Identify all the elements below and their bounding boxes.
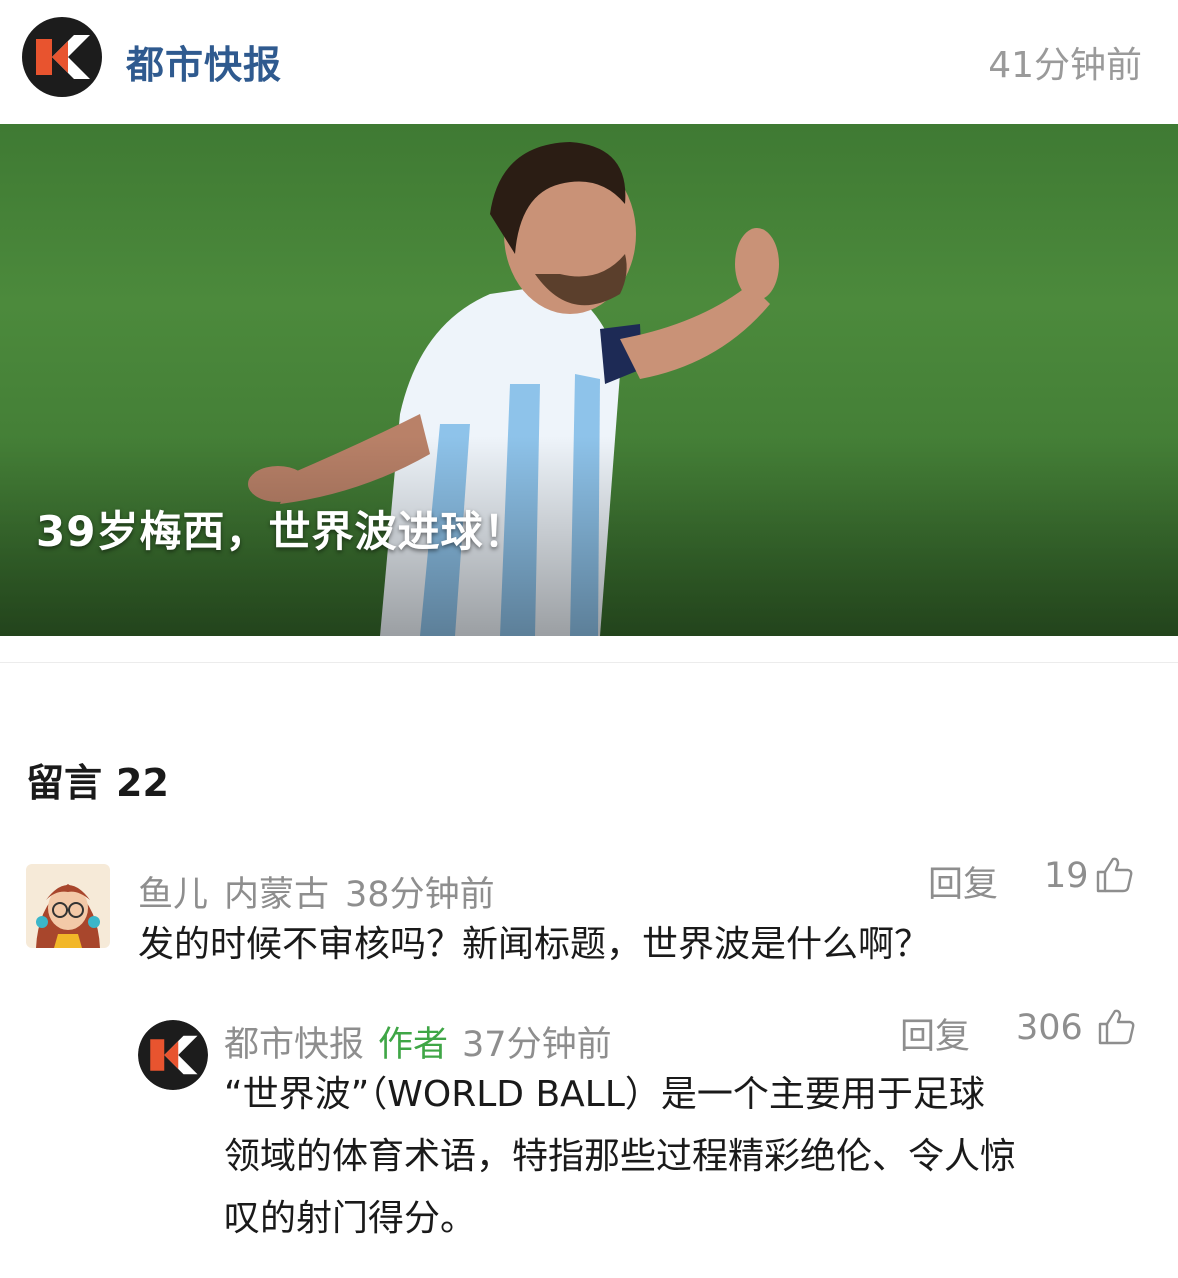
reply-user[interactable]: 都市快报 [224, 1025, 364, 1065]
author-badge: 作者 [378, 1025, 449, 1065]
reply-time: 37分钟前 [462, 1025, 612, 1065]
divider [0, 662, 1178, 663]
comment-location: 内蒙古 [224, 875, 330, 915]
reply-button[interactable]: 回复 [928, 856, 998, 907]
comment-text: 发的时候不审核吗？新闻标题，世界波是什么啊？ [138, 924, 931, 965]
comment-time: 38分钟前 [345, 875, 495, 915]
account-logo-icon[interactable] [22, 17, 102, 97]
comment-user[interactable]: 鱼儿 [138, 875, 208, 915]
reply-text: “世界波”（WORLD BALL）是一个主要用于足球 领域的体育术语，特指那些过… [224, 1064, 1016, 1250]
comments-heading: 留言 22 [26, 752, 183, 807]
like-count: 19 [1044, 856, 1089, 896]
reply-text-line: 叹的射门得分。 [224, 1198, 477, 1239]
comment-meta: 鱼儿 内蒙古 38分钟前 [138, 866, 495, 917]
thumbs-up-icon[interactable] [1094, 854, 1134, 894]
video-thumbnail[interactable]: 39岁梅西，世界波进球！ [0, 124, 1178, 636]
reply-reply-button[interactable]: 回复 [900, 1008, 970, 1059]
reply-avatar-logo-icon[interactable] [138, 1020, 208, 1090]
video-caption: 39岁梅西，世界波进球！ [36, 507, 527, 556]
comments-label: 留言 [26, 761, 103, 805]
thumbs-up-icon[interactable] [1096, 1006, 1136, 1046]
reply-text-line: 领域的体育术语，特指那些过程精彩绝伦、令人惊 [224, 1136, 1017, 1177]
comments-count: 22 [116, 761, 169, 805]
reply-text-line: “世界波”（WORLD BALL）是一个主要用于足球 [224, 1074, 985, 1115]
avatar[interactable] [26, 864, 110, 948]
reply-meta: 都市快报 作者 37分钟前 [224, 1016, 612, 1067]
article-header: 都市快报 41分钟前 [0, 0, 1178, 124]
post-time: 41分钟前 [988, 45, 1142, 86]
reply-like-count: 306 [1016, 1008, 1083, 1048]
account-name[interactable]: 都市快报 [126, 34, 282, 89]
